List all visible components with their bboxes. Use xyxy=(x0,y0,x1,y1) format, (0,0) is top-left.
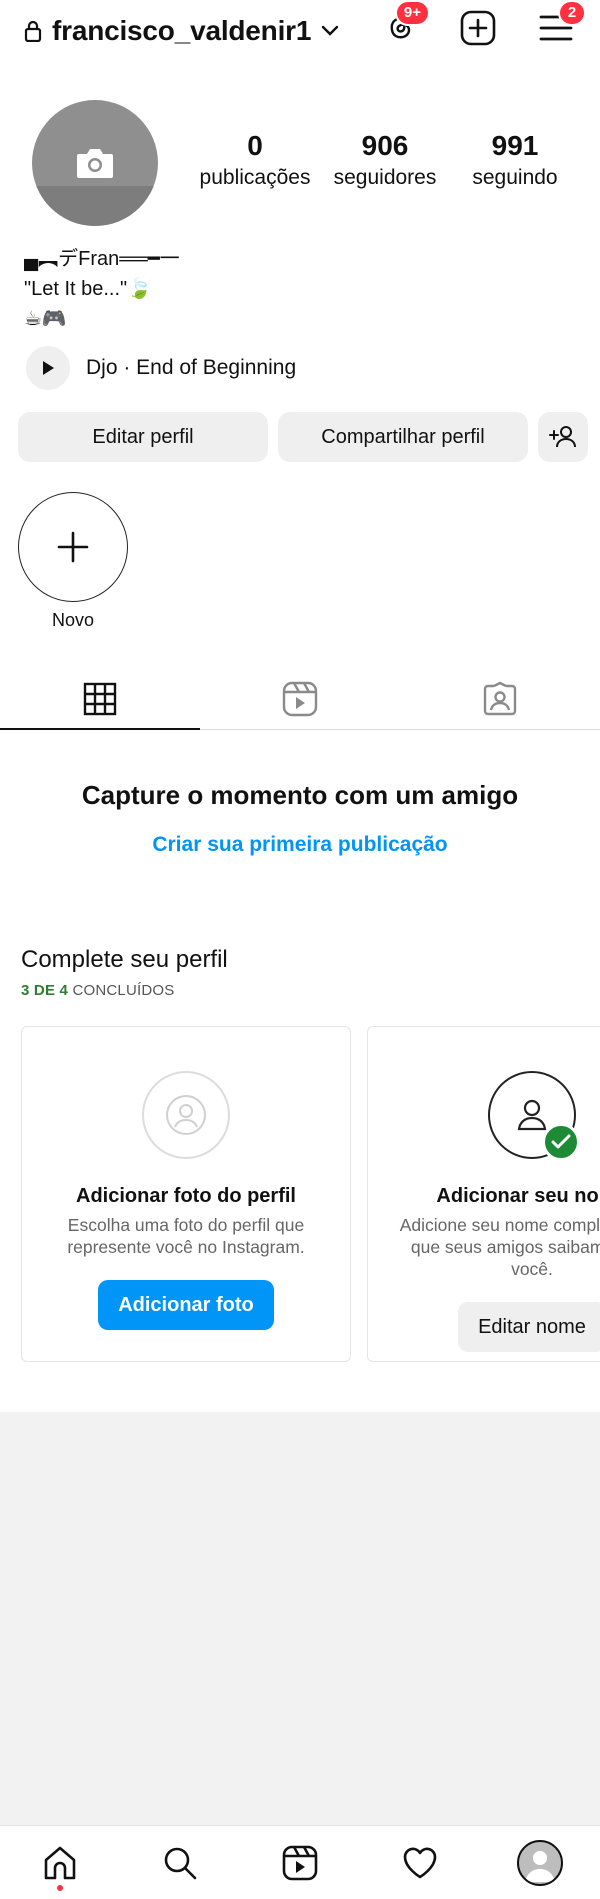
stat-posts[interactable]: 0 publicações xyxy=(190,130,320,190)
plus-square-icon xyxy=(460,10,496,46)
threads-button[interactable]: 9+ xyxy=(380,0,430,48)
complete-profile-cards[interactable]: Adicionar foto do perfil Escolha uma fot… xyxy=(21,1026,600,1366)
nav-activity[interactable] xyxy=(390,1833,450,1893)
discover-people-button[interactable] xyxy=(538,412,588,462)
stat-label: publicações xyxy=(199,166,311,189)
profile-avatar-small xyxy=(517,1839,563,1886)
bio-line: ☕🎮 xyxy=(24,308,67,330)
new-highlight-label: Novo xyxy=(51,610,95,630)
home-icon xyxy=(44,1846,76,1879)
profile-avatar[interactable] xyxy=(32,100,158,226)
bottom-navigation xyxy=(0,1825,600,1899)
stat-label: seguidores xyxy=(333,166,437,189)
nav-home[interactable] xyxy=(30,1833,90,1893)
bio-line: ▄︻デFran══━一 xyxy=(24,248,180,270)
card-title: Adicionar foto do perfil xyxy=(76,1185,296,1207)
add-photo-card: Adicionar foto do perfil Escolha uma fot… xyxy=(21,1026,351,1362)
tagged-icon xyxy=(483,681,517,715)
plus-icon xyxy=(57,531,89,563)
person-circle-icon xyxy=(166,1095,206,1135)
add-name-card: Adicionar seu nome Adicione seu nome com… xyxy=(367,1026,600,1362)
notification-dot xyxy=(57,1884,63,1891)
new-highlight-circle[interactable] xyxy=(18,492,128,602)
complete-profile-title: Complete seu perfil xyxy=(21,946,228,973)
edit-name-button[interactable]: Editar nome xyxy=(458,1302,600,1352)
feed-background xyxy=(0,1412,600,1825)
lock-icon xyxy=(24,20,42,42)
create-button[interactable] xyxy=(458,8,498,48)
play-icon xyxy=(43,361,54,375)
card-description: Adicione seu nome completo para que seus… xyxy=(399,1215,600,1279)
completed-check-icon xyxy=(542,1123,580,1161)
complete-profile-header: Complete seu perfil 3 DE 4 CONCLUÍDOS xyxy=(21,946,228,999)
bio-line: "Let It be..."🍃 xyxy=(24,278,153,300)
stat-value: 906 xyxy=(361,130,409,161)
search-icon xyxy=(164,1847,197,1879)
menu-badge: 2 xyxy=(558,0,586,26)
name-done-placeholder xyxy=(488,1071,580,1161)
nav-search[interactable] xyxy=(150,1833,210,1893)
profile-photo-placeholder xyxy=(142,1071,230,1159)
username-switcher[interactable]: francisco_valdenir1 xyxy=(52,15,311,47)
profile-bio: ▄︻デFran══━一 "Let It be..."🍃 ☕🎮 xyxy=(24,244,180,334)
threads-badge: 9+ xyxy=(394,0,430,26)
stat-followers[interactable]: 906 seguidores xyxy=(320,130,450,190)
menu-button[interactable]: 2 xyxy=(536,0,586,48)
profile-music[interactable]: Djo · End of Beginning xyxy=(26,346,296,390)
create-first-post-link[interactable]: Criar sua primeira publicação xyxy=(0,833,600,857)
stat-value: 991 xyxy=(491,130,539,161)
chevron-down-icon[interactable] xyxy=(321,25,339,37)
reels-icon xyxy=(282,681,318,716)
new-highlight[interactable]: Novo xyxy=(18,492,128,631)
top-bar: francisco_valdenir1 9+ 2 xyxy=(0,0,600,62)
progress-text: CONCLUÍDOS xyxy=(72,982,175,999)
progress-count: 3 DE 4 xyxy=(21,982,69,999)
complete-profile-progress: 3 DE 4 CONCLUÍDOS xyxy=(21,982,228,999)
card-description: Escolha uma foto do perfil que represent… xyxy=(67,1215,305,1257)
nav-profile[interactable] xyxy=(510,1833,570,1893)
add-photo-button[interactable]: Adicionar foto xyxy=(98,1280,274,1330)
profile-tabs xyxy=(0,668,600,730)
stat-value: 0 xyxy=(247,130,263,161)
grid-icon xyxy=(83,682,117,715)
share-profile-button[interactable]: Compartilhar perfil xyxy=(278,412,528,462)
nav-reels[interactable] xyxy=(270,1833,330,1893)
avatar-placeholder-icon xyxy=(525,1850,555,1882)
stat-label: seguindo xyxy=(472,166,558,189)
tab-reels[interactable] xyxy=(200,668,400,729)
camera-icon xyxy=(77,149,113,178)
empty-posts-state: Capture o momento com um amigo Criar sua… xyxy=(0,780,600,857)
empty-state-title: Capture o momento com um amigo xyxy=(81,780,519,810)
card-title: Adicionar seu nome xyxy=(436,1185,600,1207)
heart-icon xyxy=(403,1847,437,1878)
tab-tagged[interactable] xyxy=(400,668,600,729)
edit-profile-button[interactable]: Editar perfil xyxy=(18,412,268,462)
play-button[interactable] xyxy=(26,346,70,390)
profile-stats: 0 publicações 906 seguidores 991 seguind… xyxy=(190,130,580,190)
tab-grid[interactable] xyxy=(0,668,200,730)
stat-following[interactable]: 991 seguindo xyxy=(450,130,580,190)
reels-icon xyxy=(282,1845,318,1880)
add-person-icon xyxy=(549,426,576,448)
profile-actions: Editar perfil Compartilhar perfil xyxy=(18,412,588,462)
music-title: Djo · End of Beginning xyxy=(86,356,297,379)
